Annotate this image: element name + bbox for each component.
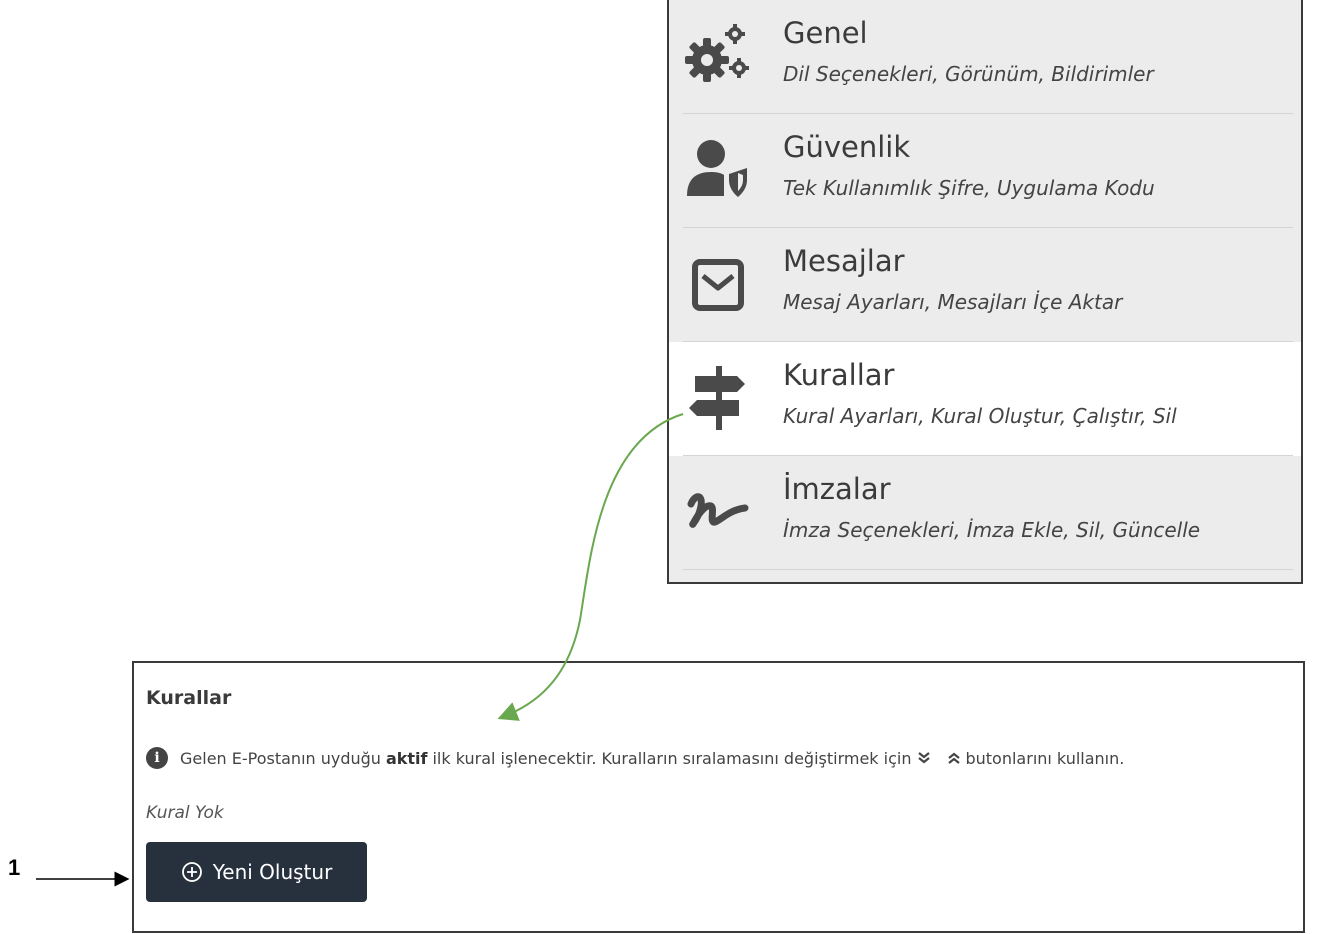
rules-info-message: i Gelen E-Postanın uyduğu aktif ilk kura… xyxy=(146,746,1124,770)
menu-item-mesajlar[interactable]: Mesajlar Mesaj Ayarları, Mesajları İçe A… xyxy=(669,228,1301,342)
menu-item-title: Güvenlik xyxy=(783,130,911,164)
info-icon: i xyxy=(146,747,168,769)
menu-item-title: Mesajlar xyxy=(783,244,905,278)
no-rules-text: Kural Yok xyxy=(146,803,224,823)
info-text-prefix: Gelen E-Postanın uyduğu xyxy=(180,748,381,768)
settings-menu: Genel Dil Seçenekleri, Görünüm, Bildirim… xyxy=(667,0,1303,584)
user-shield-icon xyxy=(681,134,753,206)
signature-icon xyxy=(681,476,753,548)
chevron-double-up-icon xyxy=(947,751,961,765)
divider xyxy=(683,569,1293,570)
rules-heading: Kurallar xyxy=(146,687,232,709)
menu-item-subtitle: Kural Ayarları, Kural Oluştur, Çalıştır,… xyxy=(783,404,1177,428)
envelope-icon xyxy=(681,248,753,320)
menu-item-kurallar[interactable]: Kurallar Kural Ayarları, Kural Oluştur, … xyxy=(669,342,1301,456)
menu-item-subtitle: Tek Kullanımlık Şifre, Uygulama Kodu xyxy=(783,176,1155,200)
menu-item-subtitle: İmza Seçenekleri, İmza Ekle, Sil, Güncel… xyxy=(783,518,1201,542)
menu-item-imzalar[interactable]: İmzalar İmza Seçenekleri, İmza Ekle, Sil… xyxy=(669,456,1301,570)
create-new-rule-button[interactable]: Yeni Oluştur xyxy=(146,842,367,902)
menu-item-title: Genel xyxy=(783,16,868,50)
menu-item-subtitle: Dil Seçenekleri, Görünüm, Bildirimler xyxy=(783,62,1154,86)
rules-panel: Kurallar i Gelen E-Postanın uyduğu aktif… xyxy=(132,661,1305,933)
gears-icon xyxy=(681,20,753,92)
menu-item-guvenlik[interactable]: Güvenlik Tek Kullanımlık Şifre, Uygulama… xyxy=(669,114,1301,228)
create-new-rule-label: Yeni Oluştur xyxy=(212,860,333,884)
info-text-suffix: butonlarını kullanın. xyxy=(965,748,1125,768)
info-text-bold: aktif xyxy=(385,748,428,768)
menu-item-genel[interactable]: Genel Dil Seçenekleri, Görünüm, Bildirim… xyxy=(669,0,1301,114)
plus-circle-icon xyxy=(181,861,203,883)
chevron-double-down-icon xyxy=(917,751,931,765)
menu-item-title: Kurallar xyxy=(783,358,895,392)
menu-item-title: İmzalar xyxy=(783,472,891,506)
signpost-icon xyxy=(681,362,753,434)
menu-item-subtitle: Mesaj Ayarları, Mesajları İçe Aktar xyxy=(783,290,1123,314)
callout-number: 1 xyxy=(8,855,21,880)
info-text-middle: ilk kural işlenecektir. Kuralların sıral… xyxy=(432,748,912,768)
